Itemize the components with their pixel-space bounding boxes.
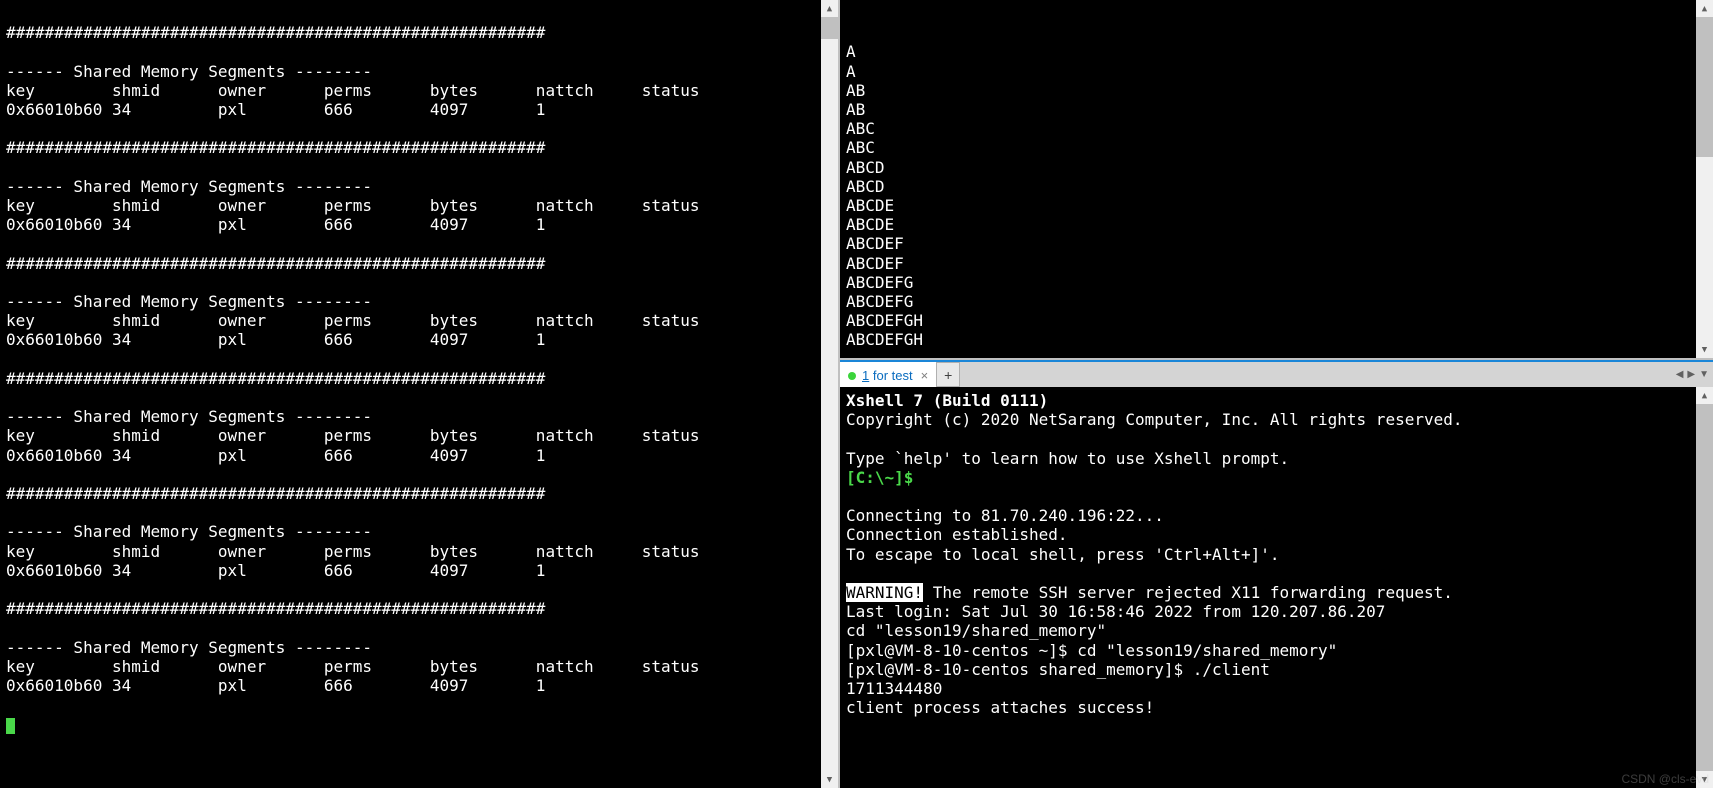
- connecting-text: Connecting to 81.70.240.196:22...: [846, 506, 1164, 525]
- scroll-down-button[interactable]: ▼: [821, 771, 838, 788]
- left-terminal-output: ########################################…: [0, 0, 821, 788]
- cmd-2: ./client: [1193, 660, 1270, 679]
- output-number: 1711344480: [846, 679, 942, 698]
- scroll-track[interactable]: [821, 17, 838, 771]
- cursor-icon: [6, 718, 15, 734]
- bottom-right-terminal-output: Xshell 7 (Build 0111) Copyright (c) 2020…: [840, 387, 1696, 788]
- tab-close-button[interactable]: ×: [919, 368, 931, 383]
- scroll-track[interactable]: [1696, 404, 1713, 771]
- tab-nav-controls: ◀ ▶ ▼: [1676, 362, 1713, 387]
- shell-prompt-2: [pxl@VM-8-10-centos shared_memory]$: [846, 660, 1193, 679]
- output-message: client process attaches success!: [846, 698, 1154, 717]
- tab-bar: 1 for test × + ◀ ▶ ▼: [840, 360, 1713, 387]
- warning-text: The remote SSH server rejected X11 forwa…: [923, 583, 1453, 602]
- xshell-title: Xshell 7 (Build 0111): [846, 391, 1048, 410]
- tab-add-button[interactable]: +: [936, 362, 960, 387]
- bottom-right-terminal-pane[interactable]: Xshell 7 (Build 0111) Copyright (c) 2020…: [840, 387, 1713, 788]
- cmd-1: cd "lesson19/shared_memory": [1077, 641, 1337, 660]
- cd-echo-text: cd "lesson19/shared_memory": [846, 621, 1106, 640]
- local-prompt: [C:\~]$: [846, 468, 913, 487]
- watermark-text: CSDN @cls-evd: [1621, 772, 1709, 786]
- tab-label: 1 for test: [862, 368, 913, 383]
- scroll-up-button[interactable]: ▲: [821, 0, 838, 17]
- escape-text: To escape to local shell, press 'Ctrl+Al…: [846, 545, 1279, 564]
- top-right-terminal-pane[interactable]: A A AB AB ABC ABC ABCD ABCD ABCDE ABCDE …: [840, 0, 1713, 360]
- copyright-text: Copyright (c) 2020 NetSarang Computer, I…: [846, 410, 1463, 429]
- established-text: Connection established.: [846, 525, 1068, 544]
- warning-label: WARNING!: [846, 583, 923, 602]
- scroll-thumb[interactable]: [821, 17, 838, 39]
- scroll-up-button[interactable]: ▲: [1696, 0, 1713, 17]
- scroll-up-button[interactable]: ▲: [1696, 387, 1713, 404]
- scroll-thumb[interactable]: [1696, 404, 1713, 771]
- scroll-thumb[interactable]: [1696, 17, 1713, 157]
- tab-menu-icon[interactable]: ▼: [1699, 369, 1709, 380]
- connection-status-icon: [848, 372, 856, 380]
- top-right-scrollbar[interactable]: ▲ ▼: [1696, 0, 1713, 358]
- help-text: Type `help' to learn how to use Xshell p…: [846, 449, 1289, 468]
- last-login-text: Last login: Sat Jul 30 16:58:46 2022 fro…: [846, 602, 1385, 621]
- tab-for-test[interactable]: 1 for test ×: [840, 362, 937, 387]
- top-right-terminal-output: A A AB AB ABC ABC ABCD ABCD ABCDE ABCDE …: [840, 0, 1696, 358]
- left-terminal-pane[interactable]: ########################################…: [0, 0, 840, 788]
- tab-nav-right-icon[interactable]: ▶: [1687, 369, 1695, 380]
- scroll-track[interactable]: [1696, 17, 1713, 341]
- scroll-down-button[interactable]: ▼: [1696, 341, 1713, 358]
- right-column: A A AB AB ABC ABC ABCD ABCD ABCDE ABCDE …: [840, 0, 1713, 788]
- tab-nav-left-icon[interactable]: ◀: [1676, 369, 1684, 380]
- shell-prompt-1: [pxl@VM-8-10-centos ~]$: [846, 641, 1077, 660]
- left-scrollbar[interactable]: ▲ ▼: [821, 0, 838, 788]
- bottom-right-scrollbar[interactable]: ▲ ▼: [1696, 387, 1713, 788]
